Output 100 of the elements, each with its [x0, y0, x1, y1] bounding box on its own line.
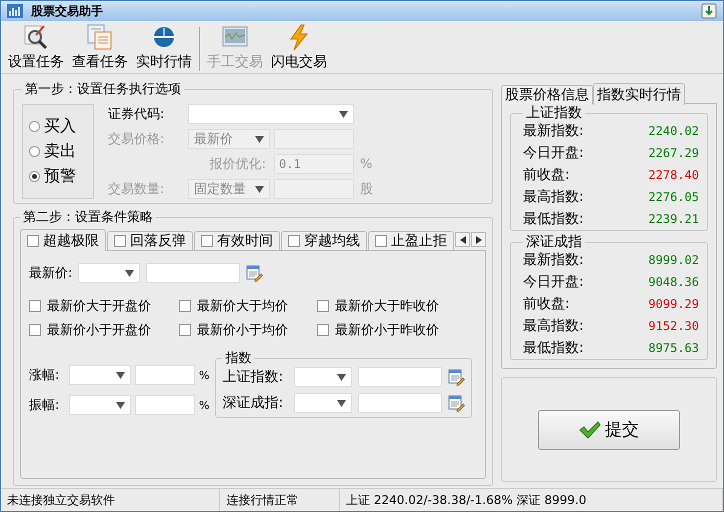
quote-value: 2240.02	[648, 124, 699, 138]
input-field[interactable]	[358, 367, 442, 387]
magnifier-icon	[22, 23, 50, 51]
quote-value: 2239.21	[648, 212, 699, 226]
field-label: 振幅:	[29, 397, 60, 414]
checkmark-icon	[579, 420, 601, 438]
checkbox[interactable]	[179, 300, 191, 312]
left-triangle-icon	[460, 236, 466, 244]
quote-value: 8975.63	[648, 341, 699, 355]
scroll-left-button[interactable]	[455, 232, 470, 247]
field-label: 证券代码:	[108, 106, 166, 123]
toolbar-button[interactable]: 查看任务	[69, 23, 131, 71]
field-label: 交易数量:	[108, 181, 166, 198]
caret-icon	[255, 136, 264, 142]
checkbox[interactable]	[114, 235, 126, 247]
right-triangle-icon	[476, 236, 482, 244]
quote-label: 今日开盘:	[523, 273, 585, 291]
dropdown[interactable]	[294, 367, 352, 387]
caret-icon	[116, 372, 125, 378]
caret-icon	[337, 400, 346, 406]
radio-button[interactable]: 预警	[29, 166, 93, 187]
toolbar-button[interactable]: 实时行情	[133, 23, 195, 71]
tab[interactable]: 止盈止拒	[368, 231, 454, 250]
status-text: 未连接独立交易软件	[1, 489, 220, 511]
quote-value: 2267.29	[648, 146, 699, 160]
quote-label: 今日开盘:	[523, 144, 585, 162]
checkbox-option[interactable]: 最新价小于昨收价	[317, 321, 467, 339]
checkbox[interactable]	[375, 235, 387, 247]
calendar-pencil-icon[interactable]	[448, 394, 466, 412]
calendar-pencil-icon[interactable]	[448, 368, 466, 386]
dropdown[interactable]	[78, 263, 140, 283]
quote-label: 最高指数:	[523, 317, 585, 335]
checkbox-option[interactable]: 最新价大于昨收价	[317, 297, 467, 315]
group-title: 第二步：设置条件策略	[22, 209, 154, 226]
submit-button[interactable]: 提交	[538, 410, 680, 450]
quote-label: 最高指数:	[523, 188, 585, 206]
quote-value: 9099.29	[648, 297, 699, 311]
radio-button[interactable]: 卖出	[29, 141, 93, 162]
download-icon[interactable]	[701, 3, 717, 19]
checkbox-option[interactable]: 最新价小于均价	[179, 321, 317, 339]
toolbar-button[interactable]: 闪电交易	[268, 23, 330, 71]
checkbox-option[interactable]: 最新价小于开盘价	[29, 321, 179, 339]
field-label: 深证成指:	[222, 394, 284, 412]
checkbox[interactable]	[317, 324, 329, 336]
checkbox-option[interactable]: 最新价大于开盘价	[29, 297, 179, 315]
tab[interactable]: 指数实时行情	[593, 83, 685, 105]
tab[interactable]: 有效时间	[194, 231, 280, 250]
quote-label: 最低指数:	[523, 210, 585, 228]
unit-label: %	[199, 398, 210, 412]
checkbox[interactable]	[27, 234, 39, 246]
tab[interactable]: 股票价格信息	[501, 85, 593, 104]
caret-icon	[125, 270, 134, 276]
unit-label: %	[199, 368, 210, 382]
quote-value: 2276.05	[648, 190, 699, 204]
tab[interactable]: 超越极限	[20, 229, 106, 251]
quote-value: 8999.02	[648, 253, 699, 267]
group-title: 深证成指	[525, 233, 583, 251]
window-title: 股票交易助手	[31, 2, 104, 20]
group-title: 上证指数	[525, 104, 583, 122]
toolbar-button[interactable]: 设置任务	[5, 23, 67, 71]
dropdown[interactable]	[69, 365, 131, 385]
caret-icon	[337, 374, 346, 380]
field-label: 报价优化:	[210, 156, 267, 173]
scroll-right-button[interactable]	[471, 232, 486, 247]
quote-label: 最新指数:	[523, 251, 585, 269]
quote-value: 9048.36	[648, 275, 699, 289]
checkbox-option[interactable]: 最新价大于均价	[179, 297, 317, 315]
caret-icon	[339, 110, 348, 118]
input-field[interactable]	[358, 393, 442, 413]
quote-label: 前收盘:	[523, 295, 571, 313]
checkbox[interactable]	[29, 324, 41, 336]
status-text: 连接行情正常	[220, 489, 340, 511]
tab[interactable]: 回落反弹	[107, 231, 193, 250]
group-title: 第一步：设置任务执行选项	[24, 81, 182, 98]
field-label: 上证指数:	[222, 368, 284, 386]
quote-value: 2278.40	[648, 168, 699, 182]
group-title: 指数	[224, 350, 252, 367]
input-field[interactable]	[135, 395, 195, 415]
checkbox[interactable]	[288, 235, 300, 247]
input-field[interactable]	[146, 263, 240, 283]
calendar-pencil-icon[interactable]	[246, 264, 264, 282]
checkbox[interactable]	[317, 300, 329, 312]
dropdown[interactable]	[294, 393, 352, 413]
app-logo-icon	[7, 4, 23, 18]
tab[interactable]: 穿越均线	[281, 231, 367, 250]
field-label: 涨幅:	[29, 367, 60, 384]
checkbox[interactable]	[179, 324, 191, 336]
checkbox[interactable]	[29, 300, 41, 312]
quote-value: 9152.30	[648, 319, 699, 333]
document-icon	[86, 23, 114, 51]
dropdown[interactable]	[69, 395, 131, 415]
quote-label: 最低指数:	[523, 339, 585, 357]
unit-label: 股	[360, 181, 374, 198]
field-label: 交易价格:	[108, 131, 166, 148]
caret-icon	[116, 402, 125, 408]
radio-button[interactable]: 买入	[29, 116, 93, 137]
checkbox[interactable]	[201, 235, 213, 247]
status-text: 上证 2240.02/-38.38/-1.68% 深证 8999.0	[340, 489, 723, 511]
input-field[interactable]	[135, 365, 195, 385]
caret-icon	[255, 186, 264, 192]
